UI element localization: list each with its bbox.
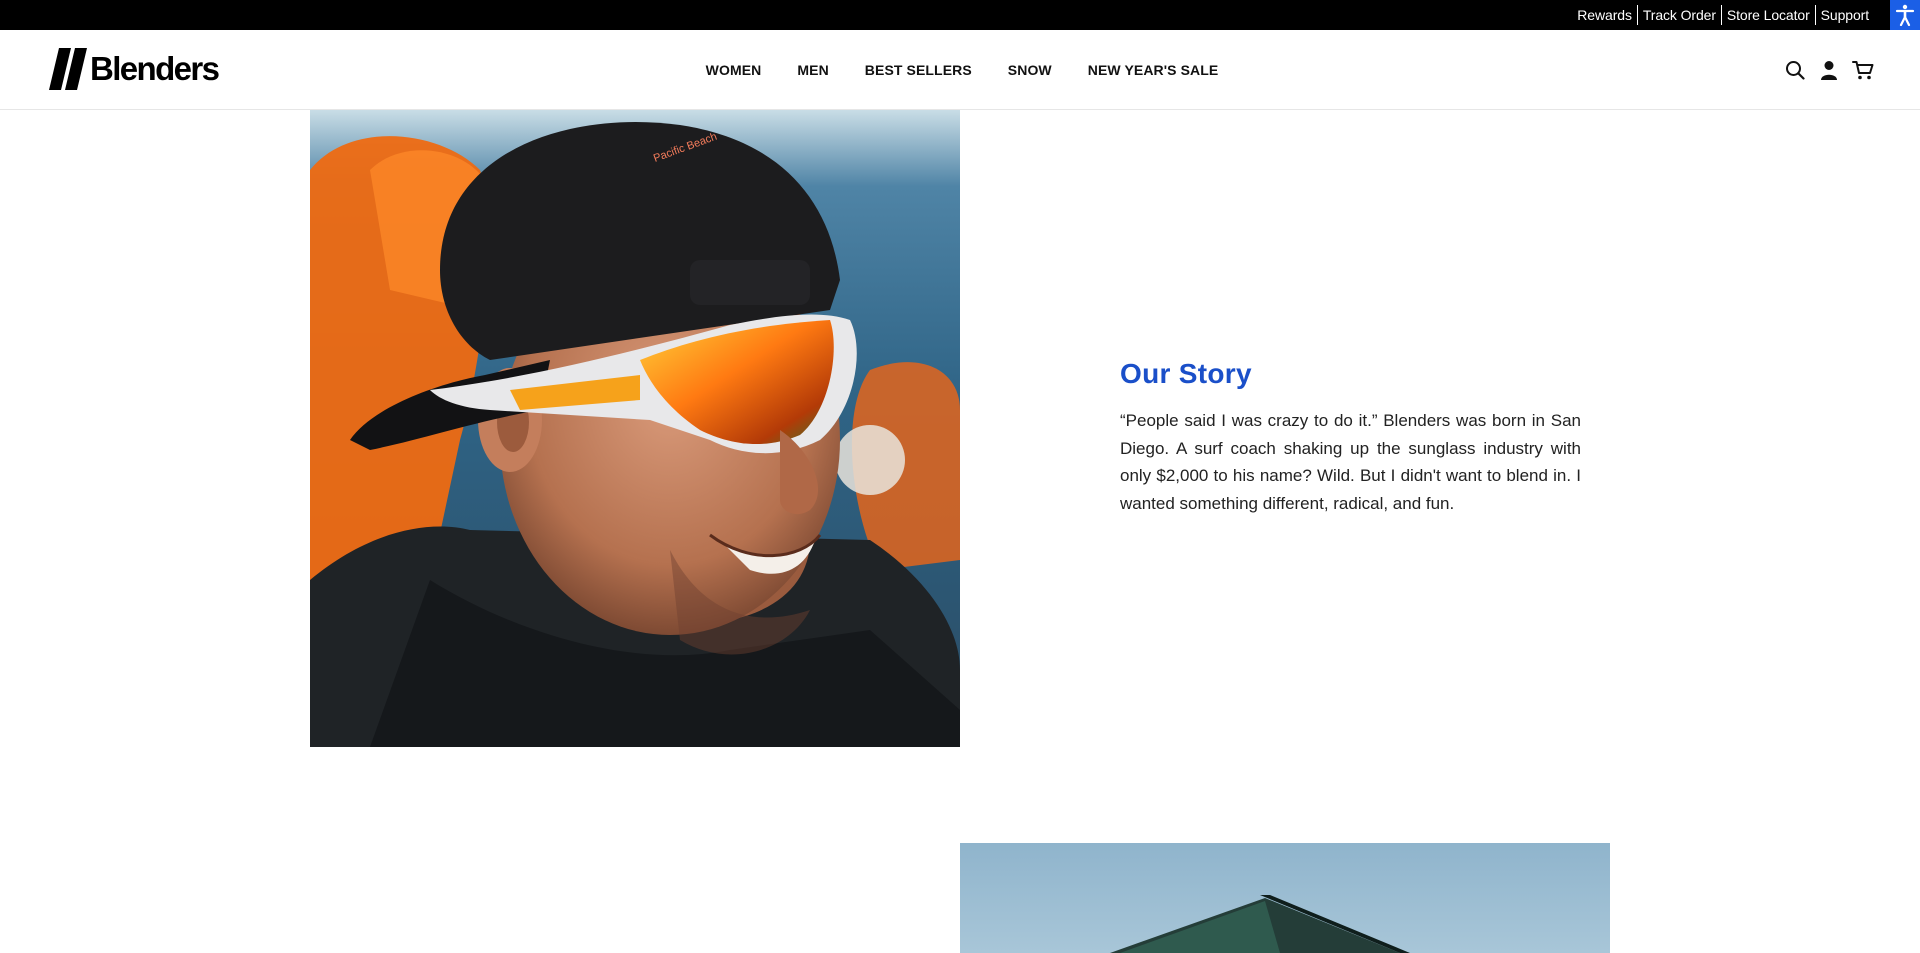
nav-item-best-sellers[interactable]: BEST SELLERS (847, 62, 990, 78)
our-story-section: Our Story “People said I was crazy to do… (1120, 358, 1581, 517)
story-body: “People said I was crazy to do it.” Blen… (1120, 411, 1581, 513)
nav-item-women[interactable]: WOMEN (688, 62, 780, 78)
accessibility-button[interactable] (1890, 0, 1920, 30)
second-photo (960, 843, 1610, 953)
utility-link-track-order[interactable]: Track Order (1638, 5, 1721, 25)
nav-item-snow[interactable]: SNOW (990, 62, 1070, 78)
search-icon[interactable] (1784, 59, 1806, 81)
utility-links: Rewards Track Order Store Locator Suppor… (1572, 0, 1874, 30)
main-header: Blenders WOMEN MEN BEST SELLERS SNOW NEW… (0, 30, 1920, 110)
logo-wordmark: Blenders (90, 50, 220, 87)
utility-link-support[interactable]: Support (1816, 5, 1874, 25)
blenders-logo[interactable]: Blenders (49, 48, 220, 90)
nav-item-new-years-sale[interactable]: NEW YEAR'S SALE (1070, 62, 1237, 78)
story-photo: Pacific Beach (310, 110, 960, 747)
account-icon[interactable] (1818, 59, 1840, 81)
accessibility-icon (1895, 4, 1915, 26)
utility-link-rewards[interactable]: Rewards (1572, 5, 1637, 25)
story-title: Our Story (1120, 358, 1252, 389)
main-nav: WOMEN MEN BEST SELLERS SNOW NEW YEAR'S S… (0, 30, 1920, 110)
cart-icon[interactable] (1852, 59, 1874, 81)
nav-item-men[interactable]: MEN (779, 62, 846, 78)
utility-bar: Rewards Track Order Store Locator Suppor… (0, 0, 1920, 30)
logo-slashes-icon (49, 48, 87, 90)
header-icons (1784, 30, 1874, 110)
utility-link-store-locator[interactable]: Store Locator (1722, 5, 1815, 25)
